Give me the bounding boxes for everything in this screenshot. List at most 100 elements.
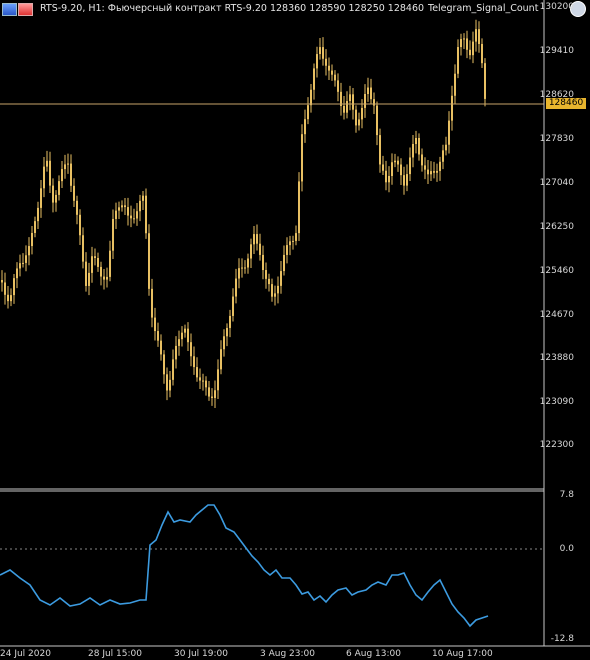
candle-body bbox=[463, 38, 465, 40]
time-label: 6 Aug 13:00 bbox=[346, 649, 401, 659]
candle-body bbox=[16, 268, 18, 279]
candle-body bbox=[376, 105, 378, 136]
candle-body bbox=[205, 380, 207, 388]
candle-body bbox=[193, 356, 195, 368]
candle-body bbox=[196, 367, 198, 378]
candle-body bbox=[82, 235, 84, 262]
candle-body bbox=[88, 272, 90, 286]
candle-body bbox=[259, 243, 261, 255]
candle-body bbox=[37, 207, 39, 222]
price-label: 127830 bbox=[539, 134, 574, 144]
candle-body bbox=[280, 271, 282, 286]
candle-body bbox=[178, 339, 180, 346]
candle-body bbox=[160, 340, 162, 355]
indicator-label: 0.0 bbox=[559, 544, 574, 554]
candle-body bbox=[181, 332, 183, 340]
candle-body bbox=[235, 278, 237, 297]
candle-body bbox=[325, 58, 327, 66]
candle-body bbox=[262, 254, 264, 271]
candle-body bbox=[484, 63, 486, 99]
candle-body bbox=[415, 137, 417, 145]
candle-body bbox=[10, 295, 12, 302]
candle-body bbox=[454, 73, 456, 96]
candle-body bbox=[91, 256, 93, 273]
candle-body bbox=[157, 331, 159, 341]
candle-body bbox=[49, 160, 51, 186]
candle-body bbox=[274, 293, 276, 297]
candle-body bbox=[382, 164, 384, 171]
candle-body bbox=[328, 65, 330, 71]
candle-body bbox=[253, 234, 255, 245]
candle-body bbox=[346, 101, 348, 113]
candle-body bbox=[370, 87, 372, 100]
candle-body bbox=[241, 267, 243, 269]
candle-body bbox=[112, 218, 114, 251]
candle-body bbox=[130, 215, 132, 219]
candle-body bbox=[4, 282, 6, 295]
candle-body bbox=[115, 210, 117, 219]
candle-body bbox=[313, 68, 315, 90]
candle-body bbox=[118, 207, 120, 211]
candle-body bbox=[439, 161, 441, 171]
price-label: 123880 bbox=[539, 353, 574, 363]
candlestick-series bbox=[1, 19, 486, 408]
candle-body bbox=[238, 268, 240, 279]
candle-body bbox=[478, 29, 480, 44]
candle-body bbox=[25, 255, 27, 263]
signal-count-line bbox=[0, 504, 489, 628]
candle-body bbox=[394, 160, 396, 163]
candle-body bbox=[265, 270, 267, 279]
candle-body bbox=[127, 207, 129, 216]
candle-body bbox=[136, 211, 138, 219]
candle-body bbox=[55, 194, 57, 203]
candle-body bbox=[244, 267, 246, 269]
candle-body bbox=[208, 387, 210, 397]
candle-body bbox=[334, 74, 336, 81]
candle-body bbox=[295, 233, 297, 241]
candle-body bbox=[331, 70, 333, 75]
time-label: 30 Jul 19:00 bbox=[174, 649, 228, 659]
candle-body bbox=[46, 160, 48, 167]
candle-body bbox=[145, 195, 147, 234]
candle-body bbox=[190, 342, 192, 357]
candle-body bbox=[352, 94, 354, 110]
candle-body bbox=[292, 240, 294, 242]
candle-body bbox=[460, 39, 462, 48]
candle-body bbox=[304, 119, 306, 135]
candle-body bbox=[121, 205, 123, 208]
time-label: 24 Jul 2020 bbox=[0, 649, 51, 659]
price-label: 130200 bbox=[539, 2, 574, 12]
candle-body bbox=[229, 315, 231, 328]
candle-body bbox=[217, 369, 219, 391]
candle-body bbox=[427, 169, 429, 175]
candle-body bbox=[154, 317, 156, 332]
candle-body bbox=[199, 377, 201, 381]
candle-body bbox=[184, 328, 186, 333]
candle-body bbox=[97, 258, 99, 267]
candle-body bbox=[7, 294, 9, 302]
candle-body bbox=[475, 29, 477, 42]
candle-body bbox=[361, 107, 363, 120]
candle-body bbox=[214, 390, 216, 398]
candle-body bbox=[166, 374, 168, 391]
price-label: 126250 bbox=[539, 222, 574, 232]
candle-body bbox=[403, 175, 405, 186]
candle-body bbox=[358, 119, 360, 126]
candle-body bbox=[139, 200, 141, 212]
candle-body bbox=[103, 276, 105, 280]
candle-body bbox=[364, 94, 366, 108]
candle-body bbox=[343, 105, 345, 113]
price-chart[interactable] bbox=[0, 0, 590, 660]
price-label: 125460 bbox=[539, 266, 574, 276]
candle-body bbox=[109, 250, 111, 277]
candle-body bbox=[349, 94, 351, 102]
candle-body bbox=[286, 245, 288, 255]
candle-body bbox=[85, 261, 87, 286]
candle-body bbox=[43, 166, 45, 189]
candle-body bbox=[172, 359, 174, 380]
candle-body bbox=[1, 280, 3, 283]
candle-body bbox=[385, 170, 387, 183]
candle-body bbox=[61, 169, 63, 182]
candle-body bbox=[220, 349, 222, 370]
candle-body bbox=[412, 144, 414, 158]
